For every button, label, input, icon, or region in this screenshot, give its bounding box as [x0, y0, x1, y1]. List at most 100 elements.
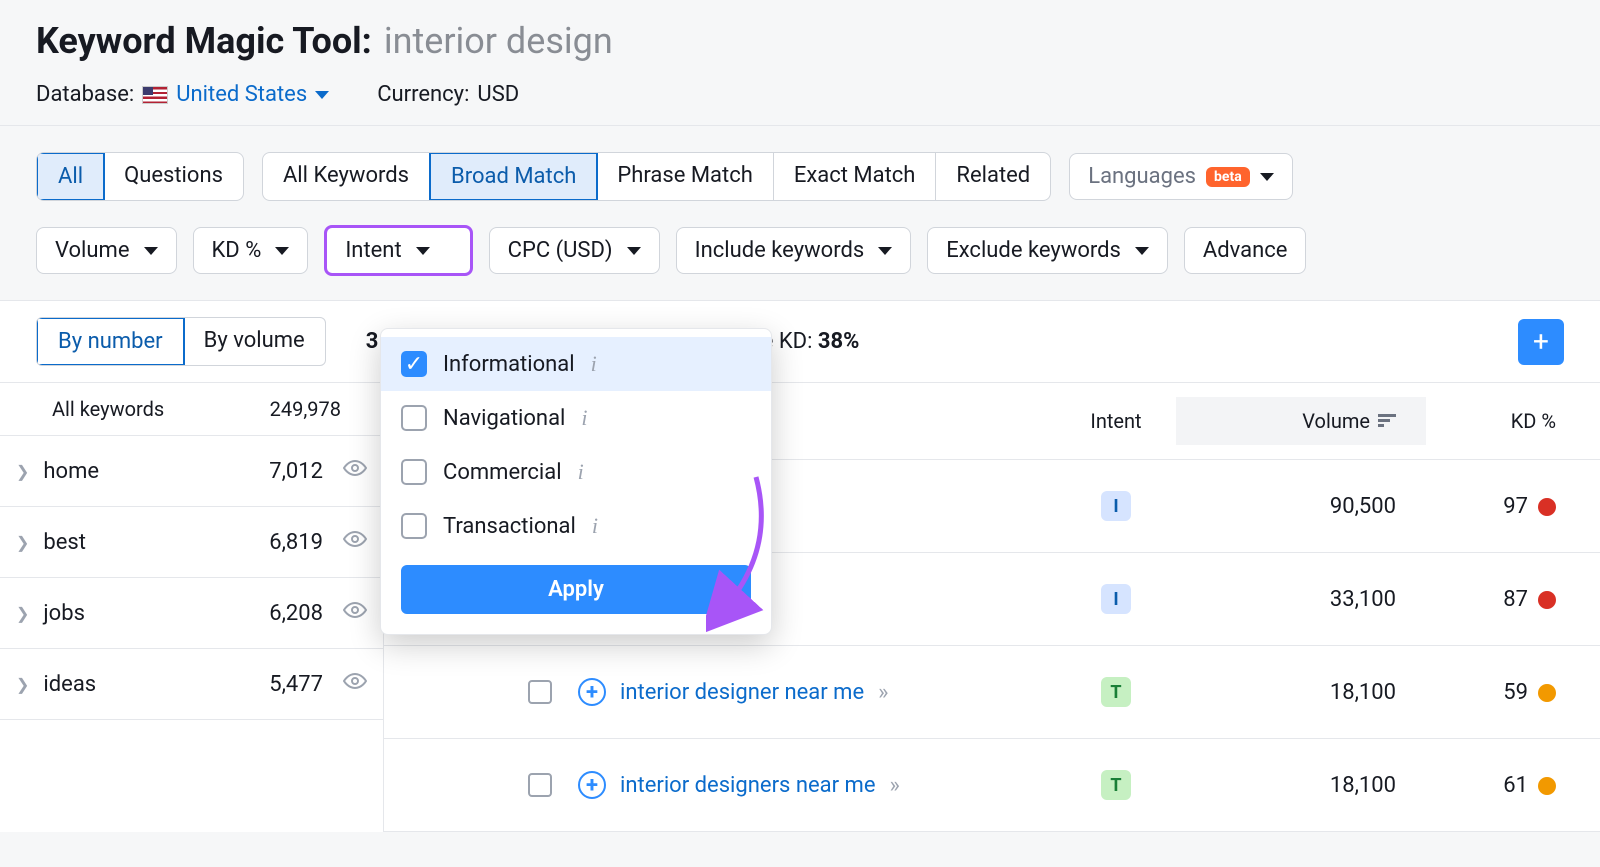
chevron-down-icon	[1135, 247, 1149, 255]
info-icon[interactable]: i	[591, 351, 597, 377]
column-kd[interactable]: KD %	[1426, 409, 1576, 433]
filter-volume-label: Volume	[55, 238, 130, 263]
page-title: Keyword Magic Tool:	[36, 20, 372, 62]
table-row: + interior designers near me » T 18,100 …	[384, 739, 1600, 832]
add-keyword-icon[interactable]: +	[578, 771, 606, 799]
filter-intent[interactable]: Intent	[324, 225, 472, 276]
chevron-down-icon	[144, 247, 158, 255]
checkbox-icon	[401, 513, 427, 539]
row-checkbox[interactable]	[528, 680, 552, 704]
eye-icon[interactable]	[343, 669, 367, 699]
chevron-down-icon	[1260, 173, 1274, 181]
sort-desc-icon	[1378, 409, 1396, 433]
languages-button[interactable]: Languages beta	[1069, 153, 1292, 200]
checkbox-icon: ✓	[401, 351, 427, 377]
volume-cell: 18,100	[1176, 761, 1426, 809]
kd-cell: 87	[1426, 587, 1576, 612]
sidebar-item[interactable]: ❯ ideas 5,477	[0, 649, 383, 720]
chevron-right-icon: ❯	[16, 675, 29, 694]
filter-cpc-label: CPC (USD)	[508, 238, 613, 263]
expand-icon[interactable]: »	[890, 773, 896, 798]
intent-badge: T	[1101, 770, 1131, 800]
filter-intent-label: Intent	[345, 238, 401, 263]
volume-cell: 18,100	[1176, 668, 1426, 716]
add-button[interactable]: +	[1518, 319, 1564, 365]
filter-exclude-label: Exclude keywords	[946, 238, 1121, 263]
sidebar-item[interactable]: ❯ jobs 6,208	[0, 578, 383, 649]
intent-option[interactable]: Transactional i	[381, 499, 771, 553]
intent-option-label: Informational	[443, 352, 575, 377]
sidebar-all-keywords-count: 249,978	[270, 397, 341, 421]
chevron-down-icon	[315, 91, 329, 99]
kd-dot-icon	[1538, 591, 1556, 609]
tab-questions[interactable]: Questions	[104, 153, 243, 200]
info-icon[interactable]: i	[578, 459, 584, 485]
view-by-number[interactable]: By number	[36, 317, 185, 366]
keyword-link[interactable]: interior designer near me	[620, 680, 864, 705]
eye-icon[interactable]	[343, 456, 367, 486]
chevron-right-icon: ❯	[16, 533, 29, 552]
kd-dot-icon	[1538, 684, 1556, 702]
kd-dot-icon	[1538, 777, 1556, 795]
intent-option-label: Navigational	[443, 406, 565, 431]
filter-advanced[interactable]: Advance	[1184, 227, 1307, 274]
row-checkbox[interactable]	[528, 773, 552, 797]
tab-exact-match[interactable]: Exact Match	[774, 153, 937, 200]
checkbox-icon	[401, 405, 427, 431]
intent-option[interactable]: Navigational i	[381, 391, 771, 445]
info-icon[interactable]: i	[581, 405, 587, 431]
intent-badge: I	[1101, 491, 1131, 521]
sidebar-item[interactable]: ❯ home 7,012	[0, 436, 383, 507]
sidebar-item[interactable]: ❯ best 6,819	[0, 507, 383, 578]
filter-include-label: Include keywords	[695, 238, 865, 263]
table-row: + interior designer near me » T 18,100 5…	[384, 646, 1600, 739]
eye-icon[interactable]	[343, 598, 367, 628]
intent-option[interactable]: Commercial i	[381, 445, 771, 499]
tab-related[interactable]: Related	[936, 153, 1050, 200]
eye-icon[interactable]	[343, 527, 367, 557]
tab-phrase-match[interactable]: Phrase Match	[597, 153, 773, 200]
tab-all[interactable]: All	[36, 152, 105, 201]
view-tabs: By number By volume	[36, 317, 326, 366]
filter-include[interactable]: Include keywords	[676, 227, 912, 274]
page-query: interior design	[384, 20, 613, 62]
volume-cell: 33,100	[1176, 575, 1426, 623]
chevron-right-icon: ❯	[16, 604, 29, 623]
column-intent[interactable]: Intent	[1056, 409, 1176, 433]
chevron-down-icon	[878, 247, 892, 255]
sidebar-all-keywords-label[interactable]: All keywords	[52, 397, 270, 421]
chevron-down-icon	[416, 247, 430, 255]
sidebar-item-count: 5,477	[269, 672, 323, 697]
languages-label: Languages	[1088, 164, 1196, 189]
partial-count: 3	[366, 329, 379, 354]
view-by-volume[interactable]: By volume	[184, 318, 325, 365]
intent-option[interactable]: ✓ Informational i	[381, 337, 771, 391]
tab-broad-match[interactable]: Broad Match	[429, 152, 598, 201]
add-keyword-icon[interactable]: +	[578, 678, 606, 706]
database-selector[interactable]: Database: United States	[36, 82, 329, 107]
expand-icon[interactable]: »	[878, 680, 884, 705]
filter-volume[interactable]: Volume	[36, 227, 177, 274]
volume-cell: 90,500	[1176, 482, 1426, 530]
database-label: Database:	[36, 82, 134, 107]
kd-dot-icon	[1538, 498, 1556, 516]
flag-us-icon	[142, 86, 168, 104]
column-volume[interactable]: Volume	[1176, 397, 1426, 445]
filter-advanced-label: Advance	[1203, 238, 1288, 263]
filter-kd-label: KD %	[212, 238, 262, 263]
kd-cell: 61	[1426, 773, 1576, 798]
filter-cpc[interactable]: CPC (USD)	[489, 227, 660, 274]
sidebar-item-count: 7,012	[269, 459, 323, 484]
apply-button[interactable]: Apply	[401, 565, 751, 614]
keyword-link[interactable]: interior designers near me	[620, 773, 876, 798]
sidebar-item-label: best	[43, 530, 255, 555]
keyword-groups-sidebar: All keywords 249,978 ❯ home 7,012 ❯ best…	[0, 383, 384, 832]
info-icon[interactable]: i	[592, 513, 598, 539]
filter-exclude[interactable]: Exclude keywords	[927, 227, 1168, 274]
kd-cell: 59	[1426, 680, 1576, 705]
intent-option-label: Commercial	[443, 460, 562, 485]
match-tabs: All Keywords Broad Match Phrase Match Ex…	[262, 152, 1051, 201]
filter-kd[interactable]: KD %	[193, 227, 309, 274]
tab-all-keywords[interactable]: All Keywords	[263, 153, 430, 200]
checkbox-icon	[401, 459, 427, 485]
